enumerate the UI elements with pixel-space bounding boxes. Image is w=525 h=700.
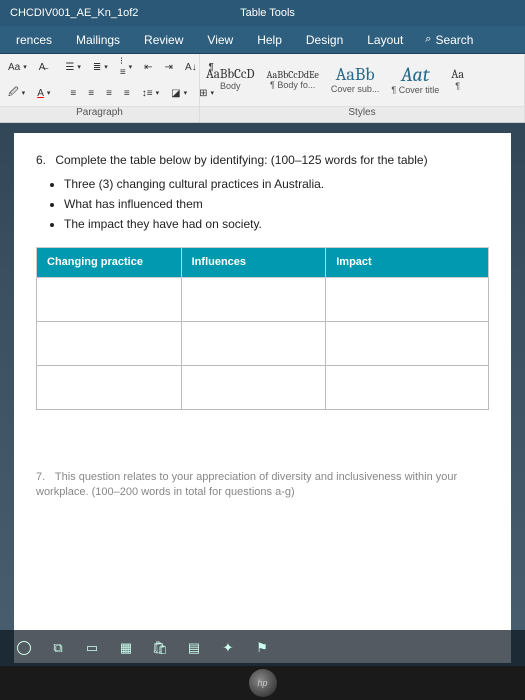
shading-button[interactable]: ◪▾ bbox=[167, 86, 191, 101]
answer-table[interactable]: Changing practice Influences Impact bbox=[36, 247, 489, 410]
question-7: 7. This question relates to your appreci… bbox=[36, 470, 489, 501]
align-right-button[interactable]: ≡ bbox=[102, 86, 116, 101]
tab-mailings[interactable]: Mailings bbox=[64, 33, 132, 47]
increase-indent-button[interactable]: ⇥ bbox=[161, 60, 177, 75]
question-6-bullets: Three (3) changing cultural practices in… bbox=[64, 175, 489, 233]
list-item: Three (3) changing cultural practices in… bbox=[64, 175, 489, 193]
change-case-button[interactable]: Aa▾ bbox=[4, 60, 31, 75]
tab-view[interactable]: View bbox=[195, 33, 245, 47]
list-item: The impact they have had on society. bbox=[64, 215, 489, 233]
tab-references[interactable]: rences bbox=[4, 33, 64, 47]
line-spacing-button[interactable]: ↕≡▾ bbox=[138, 86, 163, 101]
table-row[interactable] bbox=[37, 365, 489, 409]
app-icon[interactable]: ▤ bbox=[184, 638, 204, 658]
document-page[interactable]: 6. Complete the table below by identifyi… bbox=[14, 133, 511, 663]
app-icon[interactable]: ✦ bbox=[218, 638, 238, 658]
tab-review[interactable]: Review bbox=[132, 33, 195, 47]
decrease-indent-button[interactable]: ⇤ bbox=[140, 60, 156, 75]
multilevel-button[interactable]: ⁝≡▾ bbox=[116, 54, 136, 80]
search-icon: ⌕ bbox=[425, 33, 431, 46]
col-changing-practice: Changing practice bbox=[37, 248, 182, 278]
ribbon-group-styles: AaBbCcD Body AaBbCcDdEe ¶ Body fo... AaB… bbox=[200, 54, 525, 122]
list-item: What has influenced them bbox=[64, 195, 489, 213]
store-icon[interactable]: 🛍 bbox=[150, 638, 170, 658]
task-view-icon[interactable]: ⧉ bbox=[48, 638, 68, 658]
ribbon-group-label: Styles bbox=[200, 106, 524, 122]
numbering-button[interactable]: ≣▾ bbox=[89, 60, 112, 75]
style-body[interactable]: AaBbCcD Body bbox=[200, 66, 261, 94]
app-icon[interactable]: ⚑ bbox=[252, 638, 272, 658]
taskbar: ⧉ ▭ ▦ 🛍 ▤ ✦ ⚑ bbox=[0, 630, 525, 666]
laptop-bezel: hp bbox=[0, 666, 525, 700]
ribbon: Aa▾ A̶ ☰▾ ≣▾ ⁝≡▾ ⇤ ⇥ A↓ ¶ 🖉▾ A▾ ≡ ≡ ≡ ≡ … bbox=[0, 54, 525, 123]
clear-formatting-button[interactable]: A̶ bbox=[35, 60, 50, 75]
ribbon-group-label: Paragraph bbox=[0, 106, 199, 122]
align-left-button[interactable]: ≡ bbox=[66, 86, 80, 101]
justify-button[interactable]: ≡ bbox=[120, 86, 134, 101]
tab-help[interactable]: Help bbox=[245, 33, 294, 47]
style-cover-title[interactable]: Aat ¶ Cover title bbox=[385, 62, 445, 98]
document-title: CHCDIV001_AE_Kn_1of2 bbox=[0, 7, 182, 19]
table-row[interactable] bbox=[37, 277, 489, 321]
app-icon[interactable]: ▦ bbox=[116, 638, 136, 658]
table-row[interactable] bbox=[37, 321, 489, 365]
question-6: 6. Complete the table below by identifyi… bbox=[36, 151, 489, 169]
tab-design[interactable]: Design bbox=[294, 33, 355, 47]
search-label: Search bbox=[435, 33, 473, 47]
tab-layout[interactable]: Layout bbox=[355, 33, 415, 47]
search-box[interactable]: ⌕ Search bbox=[415, 33, 483, 47]
col-influences: Influences bbox=[181, 248, 326, 278]
context-tab-label: Table Tools bbox=[182, 7, 354, 19]
menu-bar: rences Mailings Review View Help Design … bbox=[0, 26, 525, 54]
hp-logo: hp bbox=[249, 669, 277, 697]
ribbon-group-paragraph: Aa▾ A̶ ☰▾ ≣▾ ⁝≡▾ ⇤ ⇥ A↓ ¶ 🖉▾ A▾ ≡ ≡ ≡ ≡ … bbox=[0, 54, 200, 122]
style-more[interactable]: Aa ¶ bbox=[445, 66, 470, 93]
sort-button[interactable]: A↓ bbox=[181, 60, 201, 75]
col-impact: Impact bbox=[326, 248, 489, 278]
bullets-button[interactable]: ☰▾ bbox=[61, 60, 84, 75]
table-header-row: Changing practice Influences Impact bbox=[37, 248, 489, 278]
search-icon[interactable] bbox=[14, 638, 34, 658]
style-body-formal[interactable]: AaBbCcDdEe ¶ Body fo... bbox=[261, 68, 325, 93]
style-cover-sub[interactable]: AaBb Cover sub... bbox=[325, 63, 386, 97]
font-color-button[interactable]: A▾ bbox=[33, 86, 54, 101]
align-center-button[interactable]: ≡ bbox=[84, 86, 98, 101]
explorer-icon[interactable]: ▭ bbox=[82, 638, 102, 658]
highlight-button[interactable]: 🖉▾ bbox=[4, 83, 29, 104]
title-bar: CHCDIV001_AE_Kn_1of2 Table Tools bbox=[0, 0, 525, 26]
